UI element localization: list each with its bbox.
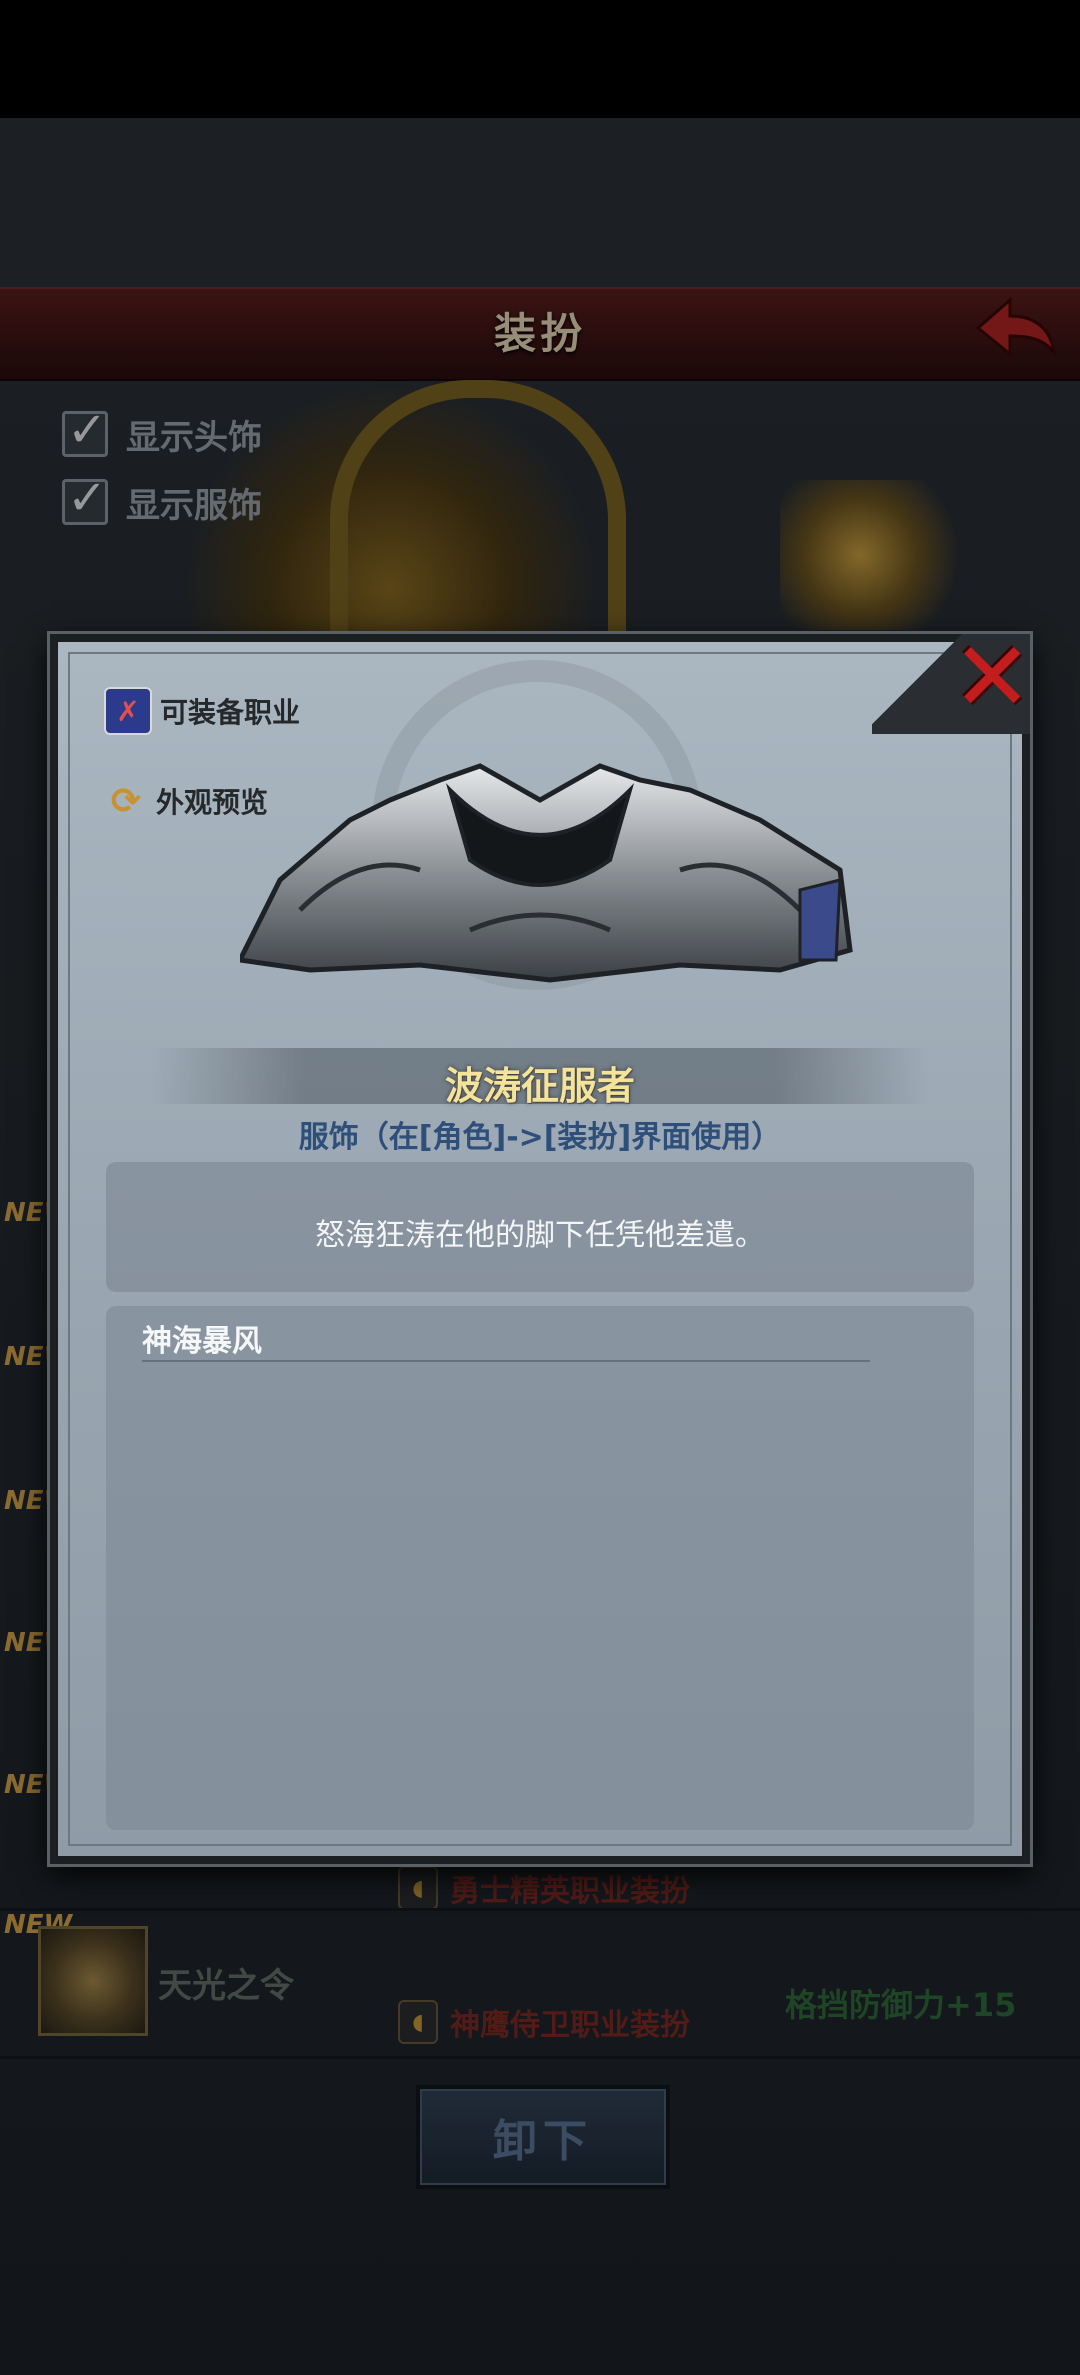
item-type: 服饰（在[角色]->[装扮]界面使用） (298, 1120, 782, 1155)
item-name-title: 波涛征服者 (444, 1064, 635, 1108)
set-panel (106, 1306, 974, 1830)
set-name: 神海暴风 (142, 1324, 262, 1359)
item-description: 怒海狂涛在他的脚下任凭他差遣。 (315, 1218, 765, 1253)
set-underline (142, 1360, 870, 1362)
armor-item-image (240, 763, 853, 983)
crossed-weapons-icon: ✗ (104, 687, 152, 735)
equippable-class-button[interactable]: ✗ 可装备职业 (104, 687, 300, 735)
equippable-class-label: 可装备职业 (160, 696, 301, 729)
preview-icon: ⟳ (110, 780, 142, 822)
close-icon[interactable]: ✕ (952, 629, 1032, 725)
